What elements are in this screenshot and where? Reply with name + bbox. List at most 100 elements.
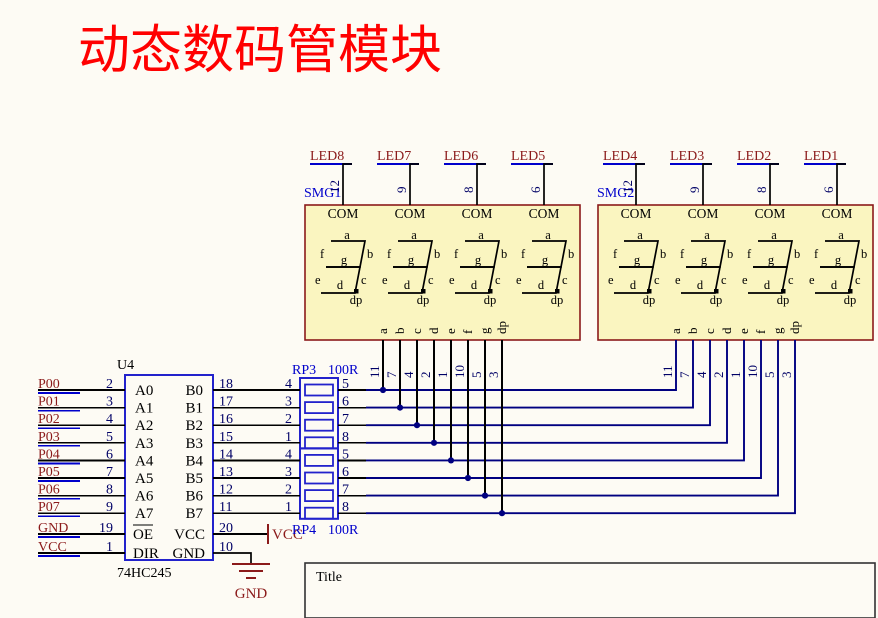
segment-label-e: e [516, 273, 522, 287]
page-title-text: 动态数码管模块 [78, 23, 442, 80]
rn-designator: RP3 [292, 363, 316, 378]
ic-pin-name-A1: A1 [135, 401, 153, 417]
segment-label-b: b [501, 247, 507, 261]
net-label-LED5: LED5 [511, 149, 545, 164]
segment-pin-number: 11 [367, 365, 382, 378]
ic-pin-name-B0: B0 [185, 383, 203, 399]
com-pin-number: 12 [327, 180, 342, 193]
segment-label-g: g [542, 253, 549, 267]
ic-pin-number: 19 [99, 521, 113, 536]
com-pin-number: 12 [620, 180, 635, 193]
rn-left-pin-number: 4 [285, 377, 292, 392]
ic-designator: U4 [117, 358, 134, 373]
net-label-LED7: LED7 [377, 149, 411, 164]
segment-label-b: b [861, 247, 867, 261]
segment-pin-number: 7 [677, 371, 692, 378]
segment-label-g: g [475, 253, 482, 267]
net-label-P01: P01 [38, 395, 60, 410]
segment-pin-number: 4 [401, 371, 416, 378]
junction-dot-1 [396, 404, 404, 411]
segment-label-e: e [449, 273, 455, 287]
segment-label-d: d [697, 278, 704, 292]
junction-dot-4 [447, 457, 455, 464]
segment-label-e: e [675, 273, 681, 287]
com-pin-number: 9 [687, 187, 702, 194]
segment-label-e: e [315, 273, 321, 287]
segment-pin-number: 1 [728, 372, 743, 379]
segment-pin-label-c: c [702, 328, 717, 334]
ic-pin-name-B5: B5 [185, 471, 203, 487]
segment-label-b: b [727, 247, 733, 261]
segment-label-b: b [794, 247, 800, 261]
com-pin-label: COM [621, 206, 652, 221]
ic-pin-name-A3: A3 [135, 436, 153, 452]
segment-pin-number: 11 [660, 365, 675, 378]
segment-label-d: d [764, 278, 771, 292]
com-wire [543, 163, 553, 205]
net-label-P00: P00 [38, 377, 60, 392]
net-label-P04: P04 [38, 447, 60, 462]
segment-label-g: g [768, 253, 775, 267]
resistor-element [304, 383, 334, 397]
ic-part-number: 74HC245 [117, 566, 171, 581]
segment-pin-label-a: a [375, 328, 390, 334]
segment-label-a: a [704, 228, 710, 242]
segment-pin-number: 7 [384, 371, 399, 378]
ic-pin-number: 4 [106, 412, 113, 427]
net-label-LED6: LED6 [444, 149, 478, 164]
ic-pin-number: 18 [219, 377, 233, 392]
segment-label-a: a [545, 228, 551, 242]
segment-label-a: a [411, 228, 417, 242]
ic-pin-name-GND: GND [173, 546, 206, 562]
com-pin-label: COM [755, 206, 786, 221]
ic-pin-number: 5 [106, 430, 113, 445]
net-label-GND-left: GND [38, 521, 68, 536]
segment-label-dp: dp [417, 293, 430, 307]
segment-pin-label-e: e [443, 328, 458, 334]
rn-right-pin-number: 6 [342, 465, 349, 480]
com-pin-number: 6 [528, 186, 543, 193]
segment-label-d: d [404, 278, 411, 292]
segment-label-dp: dp [643, 293, 656, 307]
resistor-element [304, 401, 334, 415]
segment-pin-number: 2 [418, 372, 433, 379]
segment-pin-number: 4 [694, 371, 709, 378]
segment-label-e: e [382, 273, 388, 287]
segment-label-c: c [788, 273, 794, 287]
display-body [597, 204, 874, 341]
segment-label-g: g [701, 253, 708, 267]
ic-pin-number: 9 [106, 500, 113, 515]
net-label-P07: P07 [38, 500, 60, 515]
bus-line-5 [366, 340, 762, 479]
rn-left-pin-number: 4 [285, 447, 292, 462]
junction-dot-0 [379, 386, 387, 394]
resistor-element [304, 471, 334, 485]
schematic-canvas: 动态数码管模块SMG1COMabcdef gdpLED812COMabcdef gd… [38, 23, 876, 618]
segment-label-dp: dp [551, 293, 564, 307]
net-label-LED3: LED3 [670, 149, 704, 164]
rn-left-pin-number: 3 [285, 395, 292, 410]
ic-pin-name-A5: A5 [135, 471, 153, 487]
display-body [304, 204, 581, 341]
ic-pin-name-A6: A6 [135, 489, 154, 505]
segment-label-b: b [367, 247, 373, 261]
segment-label-b: b [434, 247, 440, 261]
resistor-networks: RP3 100R 4 5 3 6 2 7 1 8 RP4 100R 4 5 3 6 2 7 1 8 [256, 363, 366, 538]
rn-left-pin-number: 3 [285, 465, 292, 480]
ic-pin-name-B7: B7 [185, 506, 203, 522]
net-label-VCC-left: VCC [38, 540, 67, 555]
title-block: Title [304, 562, 876, 618]
net-label-LED4: LED4 [603, 149, 637, 164]
segment-label-dp: dp [484, 293, 497, 307]
com-pin-label: COM [822, 206, 853, 221]
rn-value: 100R [328, 363, 359, 378]
segment-label-e: e [608, 273, 614, 287]
segment-label-c: c [562, 273, 568, 287]
ic-pin-number: 2 [106, 377, 113, 392]
junction-dot-5 [464, 474, 472, 482]
segment-pin-label-f: f [753, 329, 768, 334]
com-wire [476, 163, 486, 205]
segment-label-g: g [634, 253, 641, 267]
segment-pin-label-d: d [719, 327, 734, 334]
rn-left-pin-number: 2 [285, 412, 292, 427]
